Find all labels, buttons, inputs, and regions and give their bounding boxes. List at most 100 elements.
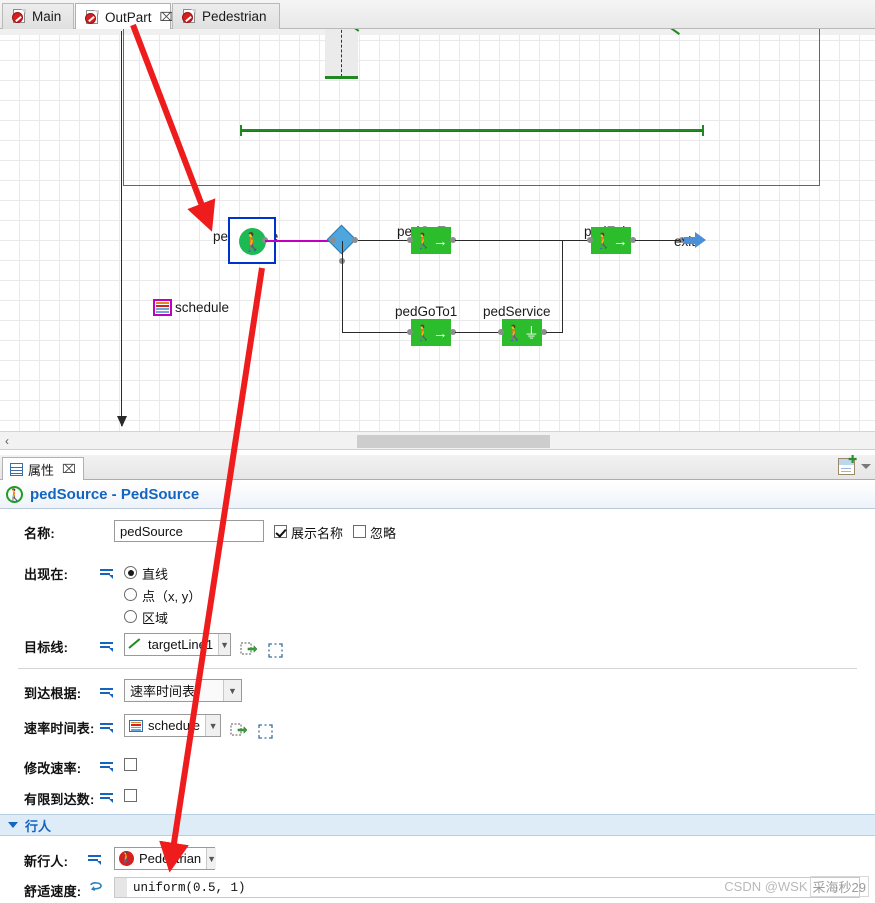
link-select-to-pedgoto[interactable] xyxy=(358,240,409,241)
document-red-badge-icon xyxy=(182,9,197,24)
jump-to-element-icon[interactable] xyxy=(230,723,248,739)
target-line-value: targetLine1 xyxy=(148,637,214,652)
limited-arrivals-checkbox[interactable] xyxy=(124,789,137,802)
properties-title-bar: 🚶 pedSource - PedSource xyxy=(0,481,875,509)
select-in-graphics-icon[interactable] xyxy=(268,643,283,658)
name-input[interactable] xyxy=(114,520,264,542)
watermark: CSDN @WSK 采海秒29 xyxy=(724,876,869,897)
watermark-prefix: CSDN @WSK xyxy=(724,879,808,894)
node-pedgoto[interactable]: 🚶→ xyxy=(411,227,451,254)
properties-view-tabbar: 属性 ⌧ ✚ xyxy=(0,455,875,480)
anylogic-window: Main OutPart ⌧ Pedestrian 🚶 🚶→ pedGoTo1 … xyxy=(0,0,875,903)
schedule-icon[interactable] xyxy=(153,299,172,316)
close-icon[interactable]: ⌧ xyxy=(62,463,76,475)
new-pedestrian-value: Pedestrian xyxy=(139,851,202,866)
dynamic-value-icon[interactable] xyxy=(100,567,115,580)
watermark-suffix: 采海秒29 xyxy=(809,876,869,897)
annotation-pointer-line xyxy=(117,31,127,427)
chevron-down-icon[interactable]: ▼ xyxy=(206,848,217,869)
radio-appears-line[interactable] xyxy=(124,566,137,579)
pedestrian-area-rectangle[interactable] xyxy=(123,29,820,186)
link-down-to-pedgoto1[interactable] xyxy=(343,332,409,333)
tab-pedestrian[interactable]: Pedestrian xyxy=(172,3,280,29)
page-title: pedSource - PedSource xyxy=(30,486,200,503)
jump-to-element-icon[interactable] xyxy=(240,642,258,658)
link-pedservice-up[interactable] xyxy=(562,241,563,333)
tab-label: Pedestrian xyxy=(202,9,267,24)
target-line-main[interactable] xyxy=(240,125,704,136)
label-appears-line: 直线 xyxy=(142,567,169,582)
link-pedsource-to-select[interactable] xyxy=(265,240,333,242)
radio-appears-point[interactable] xyxy=(124,588,137,601)
port-in-pedservice[interactable] xyxy=(498,329,504,335)
link-up-to-pedexit[interactable] xyxy=(562,240,588,241)
show-name-checkbox[interactable] xyxy=(274,525,287,538)
dynamic-value-icon[interactable] xyxy=(100,686,115,699)
label-appears-in: 出现在: xyxy=(24,567,69,582)
label-modify-rate: 修改速率: xyxy=(24,761,82,776)
scrollbar-thumb[interactable] xyxy=(357,435,550,448)
label-appears-point: 点（x, y） xyxy=(142,589,202,604)
editor-tab-bar: Main OutPart ⌧ Pedestrian xyxy=(0,0,875,30)
tab-properties[interactable]: 属性 ⌧ xyxy=(2,457,84,480)
dynamic-value-icon[interactable] xyxy=(100,791,115,804)
document-red-badge-icon xyxy=(12,9,27,24)
line-icon xyxy=(128,638,143,651)
tab-label: 属性 xyxy=(28,462,55,478)
radio-appears-area[interactable] xyxy=(124,610,137,623)
port-in-pedgoto1[interactable] xyxy=(407,329,413,335)
label-limited-arrivals: 有限到达数: xyxy=(24,792,95,807)
tab-main[interactable]: Main xyxy=(2,3,74,29)
tab-label: Main xyxy=(32,9,62,24)
chevron-down-icon[interactable]: ▼ xyxy=(218,634,230,655)
document-red-badge-icon xyxy=(85,9,100,25)
new-pedestrian-combo[interactable]: 🚶 Pedestrian ▼ xyxy=(114,847,217,870)
label-new-pedestrian: 新行人: xyxy=(24,854,69,869)
port-in-pedgoto[interactable] xyxy=(407,237,413,243)
target-line-combo[interactable]: targetLine1 ▼ xyxy=(124,633,231,656)
link-pedgoto1-to-pedservice[interactable] xyxy=(455,332,501,333)
select-in-graphics-icon[interactable] xyxy=(258,724,273,739)
diagram-canvas[interactable]: pedSource 🚶 pedGoTo 🚶→ pedGoTo1 🚶→ pedSe… xyxy=(0,29,875,431)
dynamic-value-icon[interactable] xyxy=(88,853,103,866)
wall-tick-left-icon xyxy=(352,29,362,33)
new-properties-view-icon[interactable]: ✚ xyxy=(838,455,857,475)
chevron-down-icon[interactable]: ▼ xyxy=(205,715,220,736)
label-ignore: 忽略 xyxy=(370,526,397,541)
modify-rate-checkbox[interactable] xyxy=(124,758,137,771)
canvas-horizontal-scrollbar[interactable]: ‹ xyxy=(0,431,875,450)
properties-table-icon xyxy=(10,462,23,476)
dynamic-value-icon[interactable] xyxy=(100,640,115,653)
view-toolbar: ✚ xyxy=(838,455,871,475)
link-select-down[interactable] xyxy=(342,241,343,333)
arrival-basis-combo[interactable]: 速率时间表 ▼ xyxy=(124,679,242,702)
schedule-label: schedule xyxy=(175,300,230,315)
scroll-left-icon[interactable]: ‹ xyxy=(5,434,9,448)
rate-schedule-combo[interactable]: schedule ▼ xyxy=(124,714,221,737)
dynamic-expression-icon[interactable] xyxy=(88,881,105,895)
node-pedexit[interactable]: 🚶→ xyxy=(591,227,631,254)
expression-swatch xyxy=(115,878,127,897)
chevron-down-icon[interactable]: ▼ xyxy=(223,680,241,701)
dashed-guide-line xyxy=(341,29,342,77)
port-in-pedexit[interactable] xyxy=(587,237,593,243)
view-menu-icon[interactable] xyxy=(861,464,871,469)
exit-arrow-icon[interactable] xyxy=(684,232,706,249)
dynamic-value-icon[interactable] xyxy=(100,760,115,773)
label-arrival-basis: 到达根据: xyxy=(24,686,82,701)
comfort-speed-value: uniform(0.5, 1) xyxy=(133,880,246,895)
dynamic-value-icon[interactable] xyxy=(100,721,115,734)
link-pedservice-right[interactable] xyxy=(546,332,563,333)
node-pedservice[interactable]: 🚶⏚ xyxy=(502,319,542,346)
port-in-select[interactable] xyxy=(330,237,336,243)
node-pedgoto1[interactable]: 🚶→ xyxy=(411,319,451,346)
ignore-checkbox[interactable] xyxy=(353,525,366,538)
collapse-triangle-icon[interactable] xyxy=(8,822,18,828)
arrival-basis-value: 速率时间表 xyxy=(130,684,196,699)
tab-outpart[interactable]: OutPart ⌧ xyxy=(75,3,173,30)
section-header-pedestrian[interactable]: 行人 xyxy=(0,814,875,836)
pedestrian-type-icon: 🚶 xyxy=(119,851,134,866)
node-label-pedservice: pedService xyxy=(483,304,551,319)
schedule-icon xyxy=(129,719,143,732)
target-line-short[interactable] xyxy=(325,76,358,79)
